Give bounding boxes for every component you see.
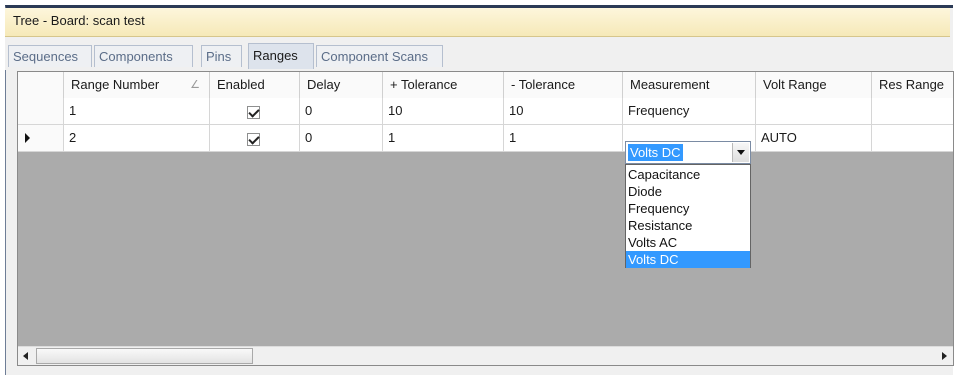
sort-indicator-icon: ∠ [190, 79, 200, 91]
column-header-measurement[interactable]: Measurement [623, 72, 756, 98]
measurement-combobox-value: Volts DC [628, 144, 683, 161]
tab-bar: Sequences Components Pins Ranges Compone… [5, 37, 950, 70]
dropdown-option-diode[interactable]: Diode [626, 183, 750, 200]
res-range-cell[interactable] [872, 125, 953, 151]
plus-tolerance-cell[interactable]: 1 [383, 125, 504, 151]
enabled-cell[interactable] [210, 125, 300, 151]
column-header-enabled[interactable]: Enabled [210, 72, 300, 98]
dropdown-option-capacitance[interactable]: Capacitance [626, 166, 750, 183]
enabled-checkbox[interactable] [247, 106, 260, 119]
grid-header: Range Number ∠ Enabled Delay + Tolerance… [18, 72, 953, 99]
dropdown-option-volts-dc[interactable]: Volts DC [626, 251, 750, 268]
row-header[interactable] [18, 125, 64, 151]
column-header-range-number[interactable]: Range Number ∠ [64, 72, 210, 98]
range-number-cell[interactable]: 1 [64, 98, 210, 124]
tab-component-scans[interactable]: Component Scans [316, 45, 443, 67]
column-header-plus-tolerance[interactable]: + Tolerance [383, 72, 504, 98]
column-header-delay[interactable]: Delay [300, 72, 383, 98]
chevron-down-icon[interactable] [732, 143, 749, 162]
tab-pins[interactable]: Pins [201, 45, 242, 67]
tab-sequences[interactable]: Sequences [8, 45, 92, 67]
row-header[interactable] [18, 98, 64, 124]
minus-tolerance-cell[interactable]: 1 [504, 125, 623, 151]
measurement-cell[interactable]: Frequency [623, 98, 756, 124]
scroll-left-arrow-icon[interactable] [18, 348, 35, 365]
enabled-checkbox[interactable] [247, 133, 260, 146]
scrollbar-thumb[interactable] [36, 348, 253, 364]
dropdown-option-resistance[interactable]: Resistance [626, 217, 750, 234]
minus-tolerance-cell[interactable]: 10 [504, 98, 623, 124]
volt-range-cell[interactable]: AUTO [756, 125, 872, 151]
delay-cell[interactable]: 0 [300, 98, 383, 124]
tab-ranges[interactable]: Ranges [248, 43, 314, 69]
column-header-volt-range[interactable]: Volt Range [756, 72, 872, 98]
column-header-res-range[interactable]: Res Range [872, 72, 953, 98]
enabled-cell[interactable] [210, 98, 300, 124]
table-row[interactable]: 1 0 10 10 Frequency [18, 98, 953, 125]
dropdown-option-volts-ac[interactable]: Volts AC [626, 234, 750, 251]
measurement-combobox[interactable]: Volts DC [625, 141, 751, 164]
dropdown-option-frequency[interactable]: Frequency [626, 200, 750, 217]
ranges-grid: Range Number ∠ Enabled Delay + Tolerance… [17, 71, 954, 366]
tab-components[interactable]: Components [94, 45, 193, 67]
res-range-cell[interactable] [872, 98, 953, 124]
row-pointer-icon [25, 133, 30, 143]
range-number-cell[interactable]: 2 [64, 125, 210, 151]
scroll-right-arrow-icon[interactable] [935, 348, 952, 365]
row-header-corner [18, 72, 64, 98]
window-title: Tree - Board: scan test [5, 8, 950, 37]
horizontal-scrollbar[interactable] [18, 346, 953, 365]
plus-tolerance-cell[interactable]: 10 [383, 98, 504, 124]
delay-cell[interactable]: 0 [300, 125, 383, 151]
table-row[interactable]: 2 0 1 1 AUTO [18, 125, 953, 152]
column-header-label: Range Number [71, 77, 160, 92]
volt-range-cell[interactable] [756, 98, 872, 124]
column-header-minus-tolerance[interactable]: - Tolerance [504, 72, 623, 98]
measurement-dropdown-list: Capacitance Diode Frequency Resistance V… [625, 164, 751, 268]
